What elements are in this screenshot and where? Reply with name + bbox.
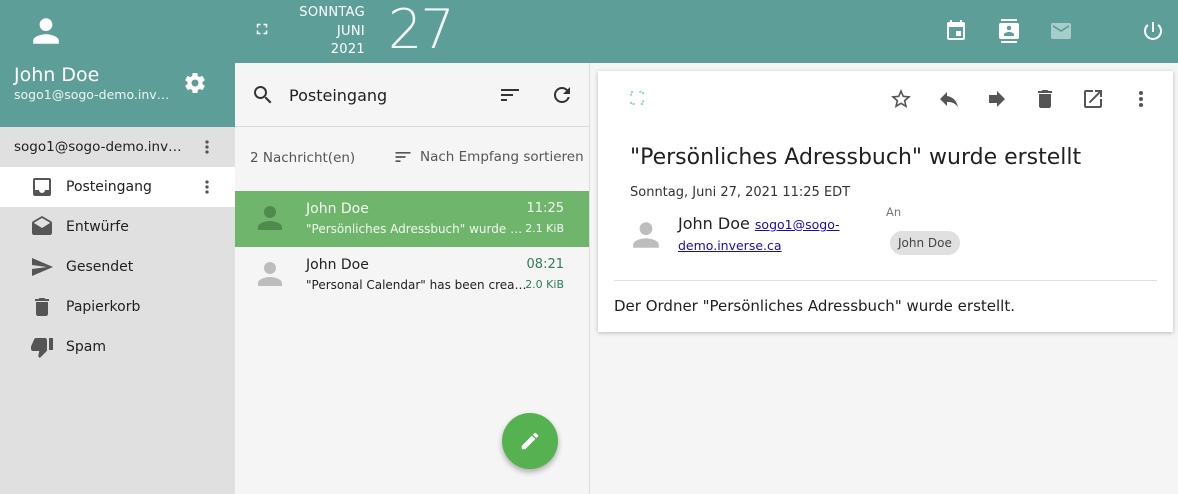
user-email: sogo1@sogo-demo.inverse.ca bbox=[14, 87, 174, 102]
message-size: 2.0 KiB bbox=[525, 278, 564, 291]
folder-label: Entwürfe bbox=[66, 219, 129, 235]
refresh-icon[interactable] bbox=[550, 83, 574, 107]
folder-sent[interactable]: Gesendet bbox=[0, 247, 235, 287]
message-size: 2.1 KiB bbox=[525, 222, 564, 235]
folder-label: Papierkorb bbox=[66, 299, 141, 315]
message-time: 08:21 bbox=[526, 257, 564, 272]
month: JUNI bbox=[336, 23, 365, 39]
account-more-icon[interactable] bbox=[197, 137, 217, 157]
message-date: Sonntag, Juni 27, 2021 11:25 EDT bbox=[630, 185, 851, 200]
list-toolbar: Posteingang bbox=[235, 63, 589, 127]
list-meta: 2 Nachricht(en) Nach Empfang sortieren bbox=[235, 127, 589, 191]
folder-label: Spam bbox=[66, 339, 106, 355]
message-subject: "Persönliches Adressbuch" wurde erstellt bbox=[306, 222, 528, 236]
recipient-chip[interactable]: John Doe bbox=[890, 231, 960, 255]
thumb-down-icon bbox=[30, 335, 54, 359]
expand-icon[interactable] bbox=[628, 89, 646, 107]
open-in-new-icon[interactable] bbox=[1081, 87, 1105, 111]
sort-by-received-button[interactable]: Nach Empfang sortieren bbox=[393, 147, 584, 167]
sender-avatar-icon bbox=[255, 203, 285, 233]
user-name: John Doe bbox=[14, 64, 100, 86]
folder-label: Posteingang bbox=[66, 179, 152, 195]
message-time: 11:25 bbox=[526, 201, 564, 216]
inbox-icon bbox=[30, 175, 54, 199]
sort-label: Nach Empfang sortieren bbox=[420, 149, 584, 165]
folder-title: Posteingang bbox=[289, 86, 388, 105]
user-avatar-icon bbox=[30, 15, 62, 47]
message-sender: John Doe bbox=[306, 201, 369, 217]
message-row[interactable]: John Doe 11:25 "Persönliches Adressbuch"… bbox=[235, 191, 589, 247]
message-list-panel: Posteingang 2 Nachricht(en) Nach Empfang… bbox=[235, 63, 590, 494]
sender-block: John Doe sogo1@sogo-demo.inverse.ca bbox=[678, 214, 878, 256]
settings-gear-icon[interactable] bbox=[183, 71, 207, 95]
account-row[interactable]: sogo1@sogo-demo.inverse.ca bbox=[0, 127, 235, 167]
contacts-icon[interactable] bbox=[997, 19, 1021, 43]
star-icon[interactable] bbox=[889, 87, 913, 111]
recipient-label: An bbox=[886, 205, 902, 219]
mail-icon[interactable] bbox=[1049, 19, 1073, 43]
forward-icon[interactable] bbox=[985, 87, 1009, 111]
weekday: SONNTAG bbox=[299, 5, 365, 20]
top-bar: SONNTAG JUNI 2021 27 bbox=[235, 0, 1178, 63]
message-subject-title: "Persönliches Adressbuch" wurde erstellt bbox=[630, 145, 1082, 170]
sender-avatar-icon bbox=[255, 259, 285, 289]
calendar-icon[interactable] bbox=[944, 19, 968, 43]
date-block: SONNTAG JUNI 2021 bbox=[295, 4, 365, 60]
reply-icon[interactable] bbox=[937, 87, 961, 111]
sidebar-header: John Doe sogo1@sogo-demo.inverse.ca bbox=[0, 0, 235, 127]
sidebar: John Doe sogo1@sogo-demo.inverse.ca sogo… bbox=[0, 0, 235, 494]
folder-inbox[interactable]: Posteingang bbox=[0, 167, 235, 207]
drafts-icon bbox=[30, 215, 54, 239]
fullscreen-icon[interactable] bbox=[253, 20, 271, 38]
divider bbox=[614, 280, 1157, 281]
sender-name: John Doe bbox=[678, 214, 750, 233]
sort-list-icon bbox=[393, 147, 413, 167]
pencil-icon bbox=[519, 430, 541, 452]
message-sender: John Doe bbox=[306, 257, 369, 273]
message-view: "Persönliches Adressbuch" wurde erstellt… bbox=[598, 71, 1173, 332]
power-icon[interactable] bbox=[1141, 19, 1165, 43]
message-subject: "Personal Calendar" has been created bbox=[306, 278, 528, 292]
more-icon[interactable] bbox=[1129, 87, 1153, 111]
search-icon[interactable] bbox=[251, 83, 275, 107]
send-icon bbox=[30, 255, 54, 279]
folder-drafts[interactable]: Entwürfe bbox=[0, 207, 235, 247]
sender-avatar-icon bbox=[630, 219, 662, 251]
delete-icon[interactable] bbox=[1033, 87, 1057, 111]
folder-label: Gesendet bbox=[66, 259, 134, 275]
day-number: 27 bbox=[388, 0, 455, 61]
message-row[interactable]: John Doe 08:21 "Personal Calendar" has b… bbox=[235, 247, 589, 303]
message-count: 2 Nachricht(en) bbox=[250, 150, 356, 166]
sort-icon[interactable] bbox=[498, 83, 522, 107]
folder-trash[interactable]: Papierkorb bbox=[0, 287, 235, 327]
compose-button[interactable] bbox=[502, 413, 558, 469]
year: 2021 bbox=[330, 42, 365, 57]
folder-spam[interactable]: Spam bbox=[0, 327, 235, 367]
message-body: Der Ordner "Persönliches Adressbuch" wur… bbox=[614, 297, 1015, 315]
folder-more-icon[interactable] bbox=[197, 177, 217, 197]
account-label: sogo1@sogo-demo.inverse.ca bbox=[14, 139, 186, 155]
trash-icon bbox=[30, 295, 54, 319]
